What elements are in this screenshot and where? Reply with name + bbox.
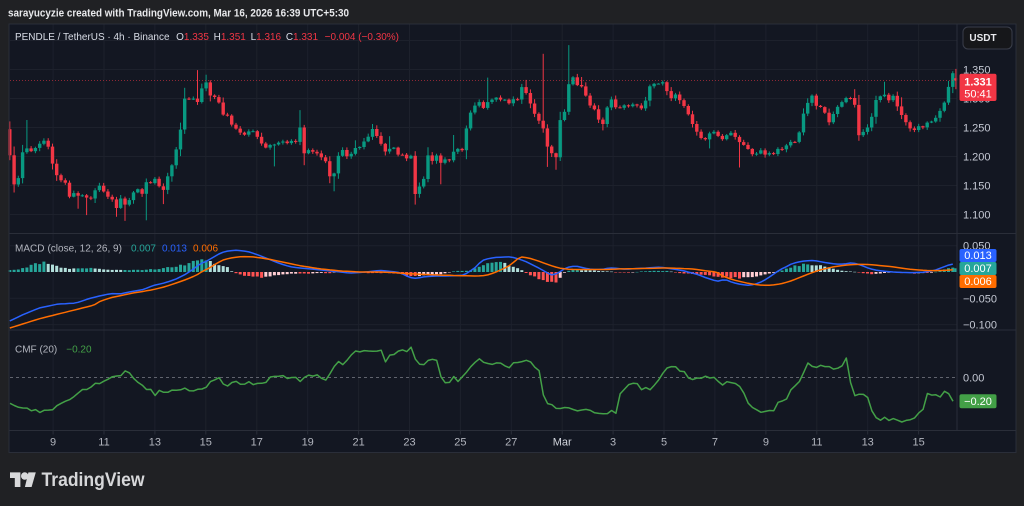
svg-text:15: 15 [912, 437, 924, 449]
svg-text:CMF (20)−0.20: CMF (20)−0.20 [15, 345, 92, 356]
svg-text:15: 15 [200, 437, 212, 449]
svg-text:21: 21 [352, 437, 364, 449]
svg-text:USDT: USDT [969, 33, 996, 44]
svg-text:50:41: 50:41 [964, 89, 992, 101]
svg-text:25: 25 [454, 437, 466, 449]
svg-text:17: 17 [251, 437, 263, 449]
svg-text:−0.100: −0.100 [963, 320, 997, 332]
svg-text:11: 11 [811, 437, 822, 449]
svg-text:13: 13 [149, 437, 161, 449]
svg-text:23: 23 [403, 437, 415, 449]
svg-text:1.331: 1.331 [964, 77, 992, 89]
svg-text:11: 11 [98, 437, 109, 449]
svg-text:9: 9 [50, 437, 56, 449]
svg-text:Mar: Mar [553, 437, 572, 449]
svg-text:1.200: 1.200 [963, 152, 991, 164]
svg-text:0.013: 0.013 [964, 250, 992, 262]
svg-text:13: 13 [862, 437, 874, 449]
svg-text:1.250: 1.250 [963, 123, 991, 135]
svg-text:−0.050: −0.050 [963, 293, 997, 305]
svg-text:7: 7 [712, 437, 718, 449]
svg-text:9: 9 [763, 437, 769, 449]
svg-text:1.100: 1.100 [963, 210, 991, 222]
svg-text:27: 27 [505, 437, 517, 449]
svg-text:−0.20: −0.20 [964, 396, 992, 408]
svg-text:5: 5 [661, 437, 667, 449]
svg-text:3: 3 [610, 437, 616, 449]
svg-text:PENDLE / TetherUS · 4h · Binan: PENDLE / TetherUS · 4h · BinanceO1.335H1… [15, 31, 399, 43]
svg-text:sarayucyzie created with Tradi: sarayucyzie created with TradingView.com… [8, 8, 349, 20]
svg-text:1.150: 1.150 [963, 181, 991, 193]
svg-text:0.006: 0.006 [964, 276, 992, 288]
svg-text:0.007: 0.007 [964, 263, 992, 275]
svg-text:TradingView: TradingView [42, 470, 145, 491]
svg-text:19: 19 [302, 437, 314, 449]
svg-text:0.00: 0.00 [963, 373, 984, 385]
